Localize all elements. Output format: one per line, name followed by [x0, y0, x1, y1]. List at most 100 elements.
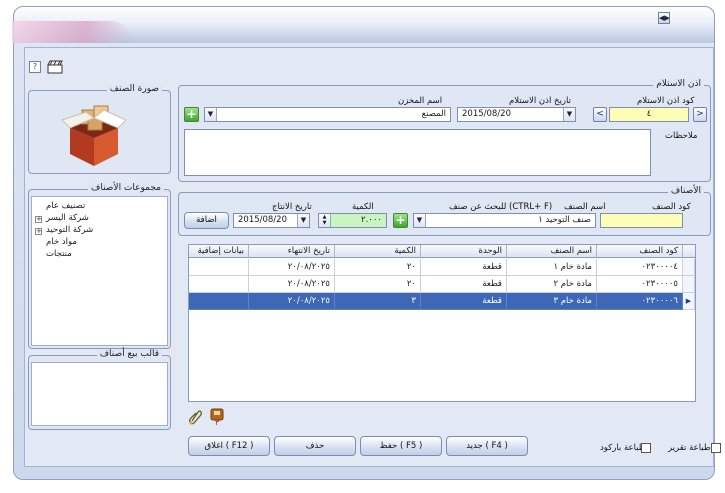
receipt-group: اذن الاستلام كود اذن الاستلام > ٤ < تاري… [178, 79, 711, 182]
item-image-group: صورة الصنف [28, 84, 171, 174]
help-icon[interactable]: ? [29, 61, 41, 73]
cell-unit[interactable]: قطعة [421, 276, 507, 293]
title-accent [12, 21, 132, 43]
cell-item-name[interactable]: مادة خام ٣ [507, 293, 597, 310]
cell-expiry[interactable]: ٢٠/٠٨/٢٠٢٥ [249, 293, 335, 310]
client-area: ? صورة الصنف مجموعات الأصناف تصنيف عام +… [24, 47, 721, 467]
item-dropdown-icon[interactable]: ▼ [414, 214, 426, 227]
tree-item-raw[interactable]: مواد خام [46, 237, 77, 247]
cell-quantity[interactable]: ٣ [335, 293, 421, 310]
item-name-select[interactable]: صنف التوحيد ١ ▼ [413, 213, 596, 228]
table-row[interactable]: ٠٢٣٠٠٠٠٥ مادة خام ٢ قطعة ٢٠ ٢٠/٠٨/٢٠٢٥ [189, 276, 695, 293]
item-name-label: اسم الصنف [564, 202, 606, 212]
attachment-icon[interactable] [188, 409, 202, 425]
expand-icon[interactable]: + [35, 216, 42, 223]
col-item-name[interactable]: اسم الصنف [507, 245, 597, 258]
prev-icon[interactable]: < [593, 107, 607, 122]
quantity-value: ٢.٠٠٠ [361, 215, 382, 225]
quantity-stepper[interactable]: ٢.٠٠٠ ▲ ▼ [318, 213, 387, 228]
cell-item-name[interactable]: مادة خام ٢ [507, 276, 597, 293]
production-date-dropdown-icon[interactable]: ▼ [297, 214, 309, 227]
sale-template-group: قالب بيع أصناف [28, 349, 171, 430]
print-barcode-checkbox[interactable] [641, 443, 651, 453]
cell-extra[interactable] [189, 293, 249, 310]
store-dropdown-icon[interactable]: ▼ [205, 108, 217, 121]
cell-quantity[interactable]: ٢٠ [335, 259, 421, 276]
cell-extra[interactable] [189, 259, 249, 276]
receipt-code-field[interactable]: ٤ [609, 107, 689, 122]
production-date-value: 2015/08/20 [238, 215, 287, 225]
receipt-title: اذن الاستلام [653, 79, 704, 89]
store-value: المصنع [421, 109, 446, 119]
items-title: الأصناف [667, 186, 704, 196]
store-label: اسم المخزن [398, 96, 443, 106]
categories-tree[interactable]: تصنيف عام + شركة اليسر + شركة التوحيد مو… [31, 196, 168, 346]
search-hint: للبحث عن صنف (CTRL+ F) [449, 202, 553, 212]
cell-item-code[interactable]: ٠٢٣٠٠٠٠٥ [597, 276, 683, 293]
receipt-code-label: كود اذن الاستلام [637, 96, 695, 106]
item-name-value: صنف التوحيد ١ [538, 215, 591, 225]
items-count-badge: ٣ [215, 419, 219, 427]
col-quantity[interactable]: الكمية [335, 245, 421, 258]
delete-button[interactable]: حذف [274, 436, 356, 456]
col-unit[interactable]: الوحدة [421, 245, 507, 258]
col-extra[interactable]: بيانات إضافية [189, 245, 249, 258]
window-switch-icon[interactable]: ◀▶ [658, 12, 670, 24]
receipt-date-field[interactable]: 2015/08/20 ▼ [457, 107, 576, 122]
row-header [683, 259, 695, 276]
col-item-code[interactable]: كود الصنف [597, 245, 683, 258]
cell-unit[interactable]: قطعة [421, 259, 507, 276]
add-button[interactable]: اضافة [184, 212, 229, 229]
cell-expiry[interactable]: ٢٠/٠٨/٢٠٢٥ [249, 259, 335, 276]
table-row-selected[interactable]: ▶ ٠٢٣٠٠٠٠٦ مادة خام ٣ قطعة ٣ ٢٠/٠٨/٢٠٢٥ [189, 293, 695, 310]
next-icon[interactable]: > [693, 107, 707, 122]
cell-unit[interactable]: قطعة [421, 293, 507, 310]
title-bar: ◀▶ [12, 7, 714, 43]
save-button[interactable]: حفظ ( F5 ) [360, 436, 442, 456]
production-date-label: تاريخ الانتاج [272, 202, 312, 212]
print-report-label: طباعة تقرير [668, 443, 711, 453]
close-button[interactable]: اغلاق ( F12 ) [188, 436, 270, 456]
items-table[interactable]: كود الصنف اسم الصنف الوحدة الكمية تاريخ … [188, 244, 696, 402]
categories-group: مجموعات الأصناف تصنيف عام + شركة اليسر +… [28, 183, 171, 349]
items-count-icon[interactable]: ٣ [210, 408, 224, 427]
tree-item-yusr[interactable]: شركة اليسر [46, 213, 89, 223]
table-row[interactable]: ٠٢٣٠٠٠٠٤ مادة خام ١ قطعة ٢٠ ٢٠/٠٨/٢٠٢٥ [189, 259, 695, 276]
cell-item-name[interactable]: مادة خام ١ [507, 259, 597, 276]
tree-item-tawheed[interactable]: شركة التوحيد [46, 225, 93, 235]
sale-template-list[interactable] [31, 362, 168, 426]
main-window: ◀▶ ? صورة الصنف مجموعات الأصناف تصنيف عا… [12, 6, 721, 480]
items-group: الأصناف كود الصنف اسم الصنف للبحث عن صنف… [178, 186, 711, 236]
notes-field[interactable] [184, 129, 651, 176]
store-select[interactable]: المصنع ▼ [204, 107, 451, 122]
item-image-title: صورة الصنف [106, 84, 162, 94]
spin-icon[interactable]: ▲ ▼ [319, 214, 331, 227]
print-barcode-label: طباعة باركود [600, 443, 646, 453]
tree-item-products[interactable]: منتجات [46, 249, 72, 259]
item-code-field[interactable] [600, 213, 683, 228]
col-expiry[interactable]: تاريخ الانتهاء [249, 245, 335, 258]
cell-item-code[interactable]: ٠٢٣٠٠٠٠٤ [597, 259, 683, 276]
print-report-checkbox[interactable] [711, 443, 721, 453]
calendar-dropdown-icon[interactable]: ▼ [563, 108, 575, 121]
cell-extra[interactable] [189, 276, 249, 293]
add-store-button[interactable]: + [184, 107, 199, 122]
expand-icon[interactable]: + [35, 228, 42, 235]
production-date-field[interactable]: 2015/08/20 ▼ [233, 213, 310, 228]
current-row-icon: ▶ [683, 293, 695, 310]
clapper-icon[interactable] [47, 60, 63, 74]
tree-item-general[interactable]: تصنيف عام [46, 201, 85, 211]
receipt-date-value: 2015/08/20 [462, 109, 511, 119]
add-item-button[interactable]: + [393, 213, 408, 228]
cell-item-code[interactable]: ٠٢٣٠٠٠٠٦ [597, 293, 683, 310]
sale-template-title: قالب بيع أصناف [96, 349, 162, 359]
categories-title: مجموعات الأصناف [88, 183, 164, 193]
receipt-date-label: تاريخ اذن الاستلام [509, 96, 571, 106]
item-code-label: كود الصنف [652, 202, 691, 212]
new-button[interactable]: جديد ( F4 ) [446, 436, 528, 456]
row-header-corner [683, 245, 695, 258]
quantity-label: الكمية [352, 202, 374, 212]
cell-quantity[interactable]: ٢٠ [335, 276, 421, 293]
cell-expiry[interactable]: ٢٠/٠٨/٢٠٢٥ [249, 276, 335, 293]
table-header: كود الصنف اسم الصنف الوحدة الكمية تاريخ … [189, 245, 695, 258]
